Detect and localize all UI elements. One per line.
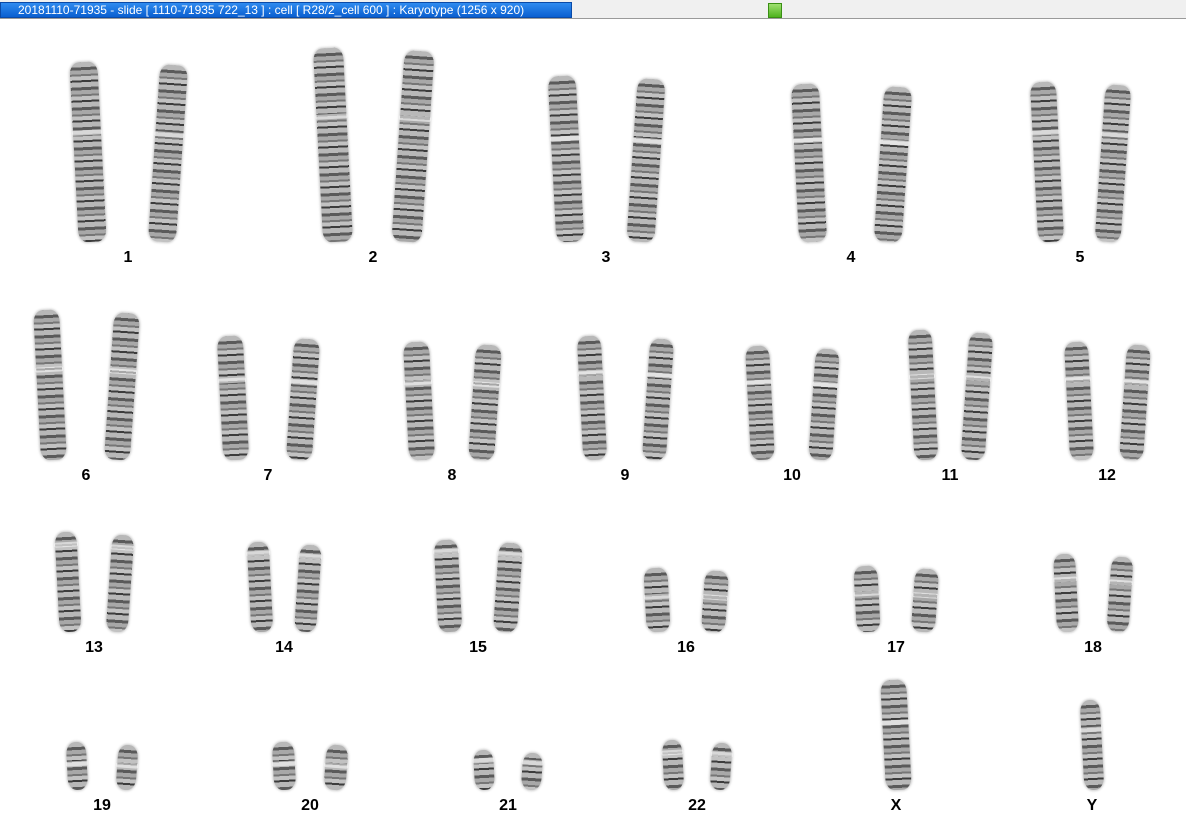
- chromosome-4-2[interactable]: [873, 86, 913, 243]
- chromosome-13-1[interactable]: [54, 531, 82, 633]
- chromosome-5-1[interactable]: [1029, 81, 1065, 243]
- chromosome-label-14: 14: [275, 639, 293, 656]
- chromosome-pair-1[interactable]: [69, 61, 189, 243]
- chromosome-label-7: 7: [263, 467, 273, 484]
- chromosome-14-2[interactable]: [293, 544, 323, 633]
- chromosome-10-2[interactable]: [808, 348, 840, 461]
- chromosome-label-1: 1: [123, 249, 133, 266]
- chromosome-pair-13[interactable]: [54, 531, 135, 633]
- chromosome-2-2[interactable]: [391, 50, 435, 243]
- chromosome-6-2[interactable]: [103, 312, 141, 461]
- chromosome-2-1[interactable]: [312, 47, 354, 243]
- chromosome-label-9: 9: [620, 467, 630, 484]
- status-indicator[interactable]: [768, 3, 782, 18]
- chromosome-7-2[interactable]: [285, 338, 321, 461]
- chromosome-17-2[interactable]: [910, 568, 940, 633]
- chromosome-1-1[interactable]: [69, 61, 107, 243]
- chromosome-label-18: 18: [1084, 639, 1102, 656]
- chromosome-17-1[interactable]: [853, 565, 881, 633]
- chromosome-label-2: 2: [368, 249, 378, 266]
- chromosome-pair-14[interactable]: [246, 541, 323, 633]
- chromosome-label-17: 17: [887, 639, 905, 656]
- chromosome-22-1[interactable]: [661, 739, 685, 791]
- chromosome-18-2[interactable]: [1106, 556, 1134, 633]
- chromosome-pair-2[interactable]: [312, 47, 435, 243]
- chromosome-21-2[interactable]: [520, 752, 544, 791]
- chromosome-label-11: 11: [941, 467, 959, 484]
- chromosome-22-2[interactable]: [709, 742, 733, 791]
- chromosome-12-1[interactable]: [1063, 341, 1095, 461]
- chromosome-pair-16[interactable]: [643, 567, 730, 633]
- chromosome-label-3: 3: [601, 249, 611, 266]
- chromosome-15-1[interactable]: [433, 539, 463, 633]
- chromosome-1-2[interactable]: [147, 64, 189, 243]
- chromosome-11-1[interactable]: [907, 329, 939, 461]
- chromosome-label-12: 12: [1098, 467, 1116, 484]
- chromosome-14-1[interactable]: [246, 541, 274, 633]
- chromosome-15-2[interactable]: [492, 542, 524, 633]
- chromosome-8-1[interactable]: [402, 341, 436, 461]
- chromosome-pair-9[interactable]: [576, 335, 675, 461]
- chromosome-18-1[interactable]: [1052, 553, 1080, 633]
- chromosome-6-1[interactable]: [33, 309, 67, 461]
- chromosome-label-6: 6: [81, 467, 91, 484]
- chromosome-9-1[interactable]: [576, 335, 608, 461]
- chromosome-8-2[interactable]: [468, 344, 502, 461]
- chromosome-12-2[interactable]: [1119, 344, 1151, 461]
- chromosome-label-x: X: [890, 797, 902, 814]
- chromosome-label-y: Y: [1086, 797, 1098, 814]
- chromosome-label-16: 16: [677, 639, 695, 656]
- chromosome-pair-22[interactable]: [661, 739, 733, 791]
- chromosome-pair-4[interactable]: [790, 83, 913, 243]
- chromosome-label-8: 8: [447, 467, 457, 484]
- chromosome-x-1[interactable]: [880, 679, 912, 791]
- chromosome-pair-11[interactable]: [907, 329, 994, 461]
- chromosome-pair-x[interactable]: [880, 679, 912, 791]
- chromosome-19-1[interactable]: [65, 741, 89, 791]
- chromosome-label-13: 13: [85, 639, 103, 656]
- chromosome-pair-17[interactable]: [853, 565, 940, 633]
- chromosome-label-19: 19: [93, 797, 111, 814]
- chromosome-11-2[interactable]: [960, 332, 994, 461]
- chromosome-pair-6[interactable]: [33, 309, 141, 461]
- chromosome-16-1[interactable]: [643, 567, 671, 633]
- chromosome-3-2[interactable]: [626, 78, 666, 243]
- chromosome-16-2[interactable]: [700, 570, 730, 633]
- chromosome-pair-3[interactable]: [547, 75, 666, 243]
- chromosome-pair-5[interactable]: [1029, 81, 1132, 243]
- chromosome-y-1[interactable]: [1079, 699, 1105, 791]
- karyotype-area: 1 2 3 4 5 6 7 8 9 10 11 12 13 14 15 16 17 18 19 20 21 22 X Y: [0, 20, 1186, 836]
- title-bar: 20181110-71935 - slide [ 1110-71935 722_…: [0, 0, 1186, 19]
- chromosome-pair-7[interactable]: [216, 335, 321, 461]
- chromosome-pair-18[interactable]: [1052, 553, 1134, 633]
- chromosome-21-1[interactable]: [472, 749, 496, 791]
- chromosome-label-15: 15: [469, 639, 487, 656]
- chromosome-label-21: 21: [499, 797, 517, 814]
- chromosome-label-22: 22: [688, 797, 706, 814]
- chromosome-pair-y[interactable]: [1079, 699, 1105, 791]
- chromosome-20-2[interactable]: [323, 744, 349, 791]
- chromosome-19-2[interactable]: [115, 744, 139, 791]
- chromosome-pair-15[interactable]: [433, 539, 524, 633]
- chromosome-4-1[interactable]: [790, 83, 828, 243]
- chromosome-7-1[interactable]: [216, 335, 250, 461]
- chromosome-pair-20[interactable]: [271, 741, 349, 791]
- chromosome-9-2[interactable]: [641, 338, 675, 461]
- chromosome-label-5: 5: [1075, 249, 1085, 266]
- window-title: 20181110-71935 - slide [ 1110-71935 722_…: [0, 2, 572, 18]
- chromosome-10-1[interactable]: [745, 345, 775, 461]
- chromosome-label-20: 20: [301, 797, 319, 814]
- chromosome-20-1[interactable]: [271, 741, 297, 791]
- chromosome-pair-12[interactable]: [1063, 341, 1151, 461]
- chromosome-13-2[interactable]: [105, 534, 135, 633]
- chromosome-pair-10[interactable]: [745, 345, 840, 461]
- chromosome-label-10: 10: [783, 467, 801, 484]
- chromosome-3-1[interactable]: [547, 75, 585, 243]
- chromosome-pair-19[interactable]: [65, 741, 139, 791]
- chromosome-label-4: 4: [846, 249, 856, 266]
- chromosome-5-2[interactable]: [1094, 84, 1132, 243]
- chromosome-pair-21[interactable]: [472, 749, 544, 791]
- chromosome-pair-8[interactable]: [402, 341, 502, 461]
